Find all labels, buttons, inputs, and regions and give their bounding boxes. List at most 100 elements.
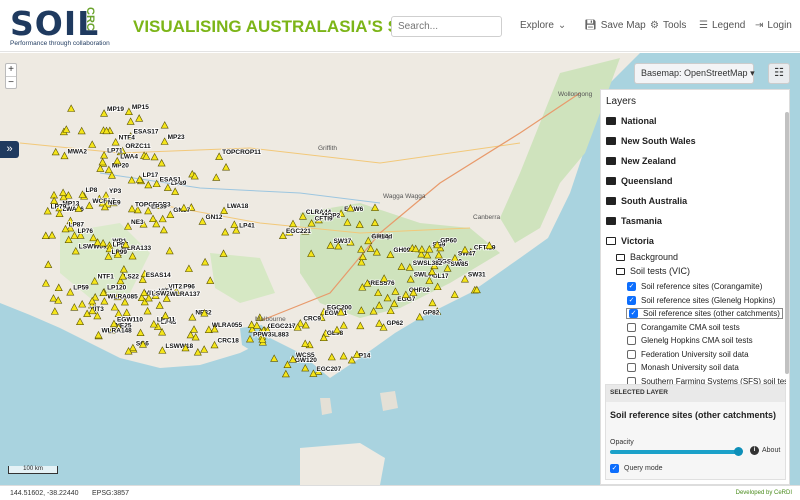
site-label: LSWW18 [165,343,193,350]
soil-site-marker[interactable] [301,363,310,372]
site-label: WLRA137 [170,291,201,298]
place-name-label: Albury [372,233,391,240]
site-label: EGW51 [324,310,347,317]
cursor-coordinates: 144.51602, -38.22440 [10,490,79,497]
folder-open-icon [616,253,625,261]
layers-toggle-button[interactable]: ☷ [768,63,790,84]
selected-layer-name: Soil reference sites (other catchments) [610,410,777,420]
layer-checkbox[interactable]: ✓ [629,309,638,318]
search-input[interactable] [391,16,502,37]
layer-checkbox[interactable]: ✓ [627,295,636,305]
layers-panel-title: Layers [606,96,637,107]
site-label: EGW110 [117,316,143,323]
layer-group-new-zealand[interactable]: New Zealand [606,156,676,166]
layer-subgroup-1[interactable]: Soil tests (VIC) [616,266,690,276]
login-label: Login [767,20,792,31]
place-name-label: Melbourne [255,316,286,323]
zoom-in-button[interactable]: + [6,64,16,76]
site-label: GP82 [423,310,440,317]
layer-label: Corangamite CMA soil tests [641,322,740,332]
folder-icon [606,117,616,125]
soil-site-marker[interactable] [281,369,290,378]
site-label: LP71 [107,148,123,155]
about-button[interactable]: i About [750,446,780,455]
layers-panel: Layers National New South Wales New Zealan… [600,89,790,485]
developer-credit[interactable]: Developed by CeRDI [736,490,792,496]
site-label: WLRA055 [212,322,243,329]
place-name-label: Canberra [473,214,500,221]
site-label: LP39 [151,203,167,210]
explore-menu[interactable]: Explore ⌄ [520,20,566,31]
sidebar-toggle-button[interactable]: » [0,141,19,158]
folder-icon [606,197,616,205]
layer-group-label: South Australia [621,196,688,206]
scrollbar[interactable] [785,112,789,374]
site-label: EGC217 [271,323,296,330]
site-label: MWA2 [67,148,87,155]
layer-group-label: Tasmania [621,216,662,226]
tools-button[interactable]: ⚙ Tools [650,20,686,31]
soil-site-marker[interactable] [270,354,279,362]
layer-checkbox[interactable]: ✓ [627,282,636,291]
opacity-slider-handle[interactable] [734,447,744,456]
layer-item[interactable]: ✓ Soil reference sites (Glenelg Hopkins) [627,295,776,305]
folder-icon [606,157,616,165]
tasmania-land [300,443,385,485]
folder-open-icon [616,267,625,275]
zoom-control: + − [5,63,17,89]
legend-button[interactable]: ☰ Legend [699,20,745,31]
query-mode-toggle[interactable]: ✓ Query mode [610,464,663,473]
opacity-slider[interactable] [610,447,744,456]
layer-item[interactable]: Corangamite CMA soil tests [627,322,740,332]
layer-subgroup-label: Soil tests (VIC) [630,266,691,276]
layer-group-queensland[interactable]: Queensland [606,176,673,186]
layer-label: Soil reference sites (Corangamite) [641,282,763,291]
site-label: LWA4 [120,153,138,160]
layer-label: Monash University soil data [641,363,739,372]
site-label: GP60 [440,237,457,244]
site-label: LP17 [143,172,159,179]
save-icon: 💾︎ [584,20,597,31]
query-mode-checkbox[interactable]: ✓ [610,464,619,473]
layer-checkbox[interactable] [627,322,636,332]
site-label: SW37 [334,238,352,245]
layer-subgroup-0[interactable]: Background [616,252,678,262]
opacity-label: Opacity [610,439,634,446]
layer-label: Soil reference sites (Glenelg Hopkins) [641,295,776,305]
layer-group-new-south-wales[interactable]: New South Wales [606,136,696,146]
site-label: MP15 [132,104,149,111]
sliders-icon: ☷ [774,67,784,79]
chevron-down-icon: ▾ [750,68,755,78]
site-label: NE9 [108,199,121,206]
soil-crc-logo[interactable]: SOIL CRC Performance through collaborati… [10,4,128,48]
site-label: SW85 [451,261,469,268]
layer-checkbox[interactable] [627,349,636,359]
layer-group-tasmania[interactable]: Tasmania [606,216,662,226]
place-name-label: Wagga Wagga [383,193,426,200]
layer-group-south-australia[interactable]: South Australia [606,196,687,206]
layer-item[interactable]: ✓ Soil reference sites (Corangamite) [627,282,762,291]
login-icon: ⇥ [755,20,764,31]
layer-item[interactable]: Federation University soil data [627,349,749,359]
site-label: ESAS17 [134,129,159,136]
scale-bar: 100 km [8,466,58,474]
layer-item[interactable]: Glenelg Hopkins CMA soil tests [627,336,753,345]
layer-group-label: New South Wales [621,136,696,146]
site-label: YP3 [109,188,122,195]
layer-item[interactable]: ✓ Soil reference sites (other catchments) [626,308,783,319]
basemap-select[interactable]: Basemap: OpenStreetMap ▾ [634,63,755,84]
login-button[interactable]: ⇥ Login [755,20,792,31]
explore-label: Explore [520,20,554,31]
site-label: LP79 [51,204,67,211]
site-label: LP87 [68,221,84,228]
layer-group-victoria[interactable]: Victoria [606,236,654,246]
site-label: NE3 [131,219,144,226]
layer-group-national[interactable]: National [606,116,657,126]
site-label: GN12 [206,214,223,221]
layer-checkbox[interactable] [627,363,636,372]
zoom-out-button[interactable]: − [6,76,16,88]
layer-group-label: New Zealand [621,156,677,166]
layer-item[interactable]: Monash University soil data [627,363,739,372]
save-map-button[interactable]: 💾︎ Save Map [584,20,646,31]
layer-checkbox[interactable] [627,336,636,345]
